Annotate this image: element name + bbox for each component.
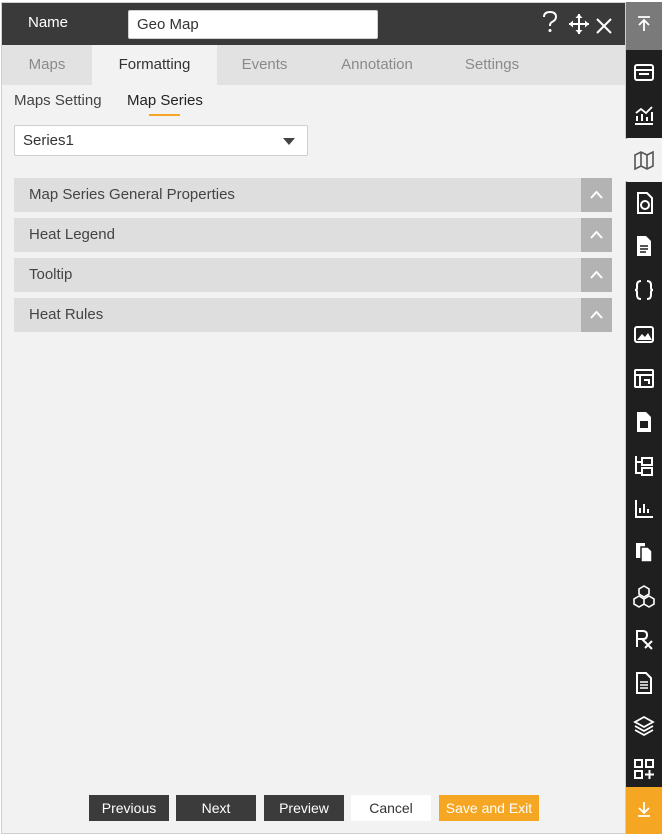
preview-button[interactable]: Preview <box>264 795 344 821</box>
cancel-button[interactable]: Cancel <box>351 795 431 821</box>
list-doc-icon[interactable] <box>632 671 656 695</box>
subtab-map-series[interactable]: Map Series <box>127 92 203 109</box>
active-subtab-indicator <box>149 114 180 116</box>
tab-maps[interactable]: Maps <box>2 45 92 85</box>
previous-button[interactable]: Previous <box>89 795 169 821</box>
table-icon[interactable] <box>632 61 656 85</box>
scroll-bottom-button[interactable] <box>626 787 662 834</box>
accordion-label: Heat Rules <box>29 306 104 323</box>
pie-report-icon[interactable] <box>632 191 656 215</box>
layers-icon[interactable] <box>632 714 656 738</box>
code-braces-icon[interactable] <box>632 278 656 302</box>
name-label: Name <box>28 14 69 31</box>
accordion-map-series-general-properties[interactable]: Map Series General Properties <box>14 178 612 212</box>
copy-icon[interactable] <box>632 540 656 564</box>
scroll-top-button[interactable] <box>626 2 662 50</box>
tab-annotation[interactable]: Annotation <box>322 45 432 85</box>
add-grid-icon[interactable] <box>632 757 656 781</box>
save-and-exit-button[interactable]: Save and Exit <box>439 795 539 821</box>
rx-icon[interactable] <box>632 627 656 651</box>
calendar-icon[interactable] <box>632 366 656 390</box>
subtab-maps-setting[interactable]: Maps Setting <box>14 92 102 109</box>
tab-events[interactable]: Events <box>217 45 312 85</box>
bar-axis-icon[interactable] <box>632 497 656 521</box>
accordion-tooltip[interactable]: Tooltip <box>14 258 612 292</box>
chevron-up-icon[interactable] <box>581 258 612 292</box>
accordion-heat-legend[interactable]: Heat Legend <box>14 218 612 252</box>
tab-bar: Maps Formatting Events Annotation Settin… <box>2 45 625 85</box>
image-icon[interactable] <box>632 322 656 346</box>
chevron-up-icon[interactable] <box>581 218 612 252</box>
series-select[interactable]: Series1 <box>14 125 308 156</box>
tab-formatting[interactable]: Formatting <box>92 45 217 85</box>
cubes-icon[interactable] <box>632 584 656 608</box>
accordion-label: Map Series General Properties <box>29 186 235 203</box>
scroll-top-icon <box>638 16 650 31</box>
chevron-down-icon <box>283 138 295 145</box>
scroll-bottom-icon <box>638 802 650 817</box>
move-icon[interactable] <box>568 13 590 41</box>
chevron-up-icon[interactable] <box>581 178 612 212</box>
chevron-up-icon[interactable] <box>581 298 612 332</box>
close-icon[interactable] <box>596 14 612 40</box>
panel-header: Name Geo Map <box>2 3 625 45</box>
accordion-heat-rules[interactable]: Heat Rules <box>14 298 612 332</box>
accordion-label: Heat Legend <box>29 226 115 243</box>
line-chart-icon[interactable] <box>632 104 656 128</box>
accordion-label: Tooltip <box>29 266 73 283</box>
tree-icon[interactable] <box>632 453 656 477</box>
question-icon[interactable] <box>542 10 558 39</box>
next-button[interactable]: Next <box>176 795 256 821</box>
name-input[interactable]: Geo Map <box>128 10 378 39</box>
series-select-value: Series1 <box>23 132 74 149</box>
document-icon[interactable] <box>632 234 656 258</box>
tab-settings[interactable]: Settings <box>442 45 542 85</box>
map-icon[interactable] <box>632 148 656 172</box>
calculator-icon[interactable] <box>632 410 656 434</box>
